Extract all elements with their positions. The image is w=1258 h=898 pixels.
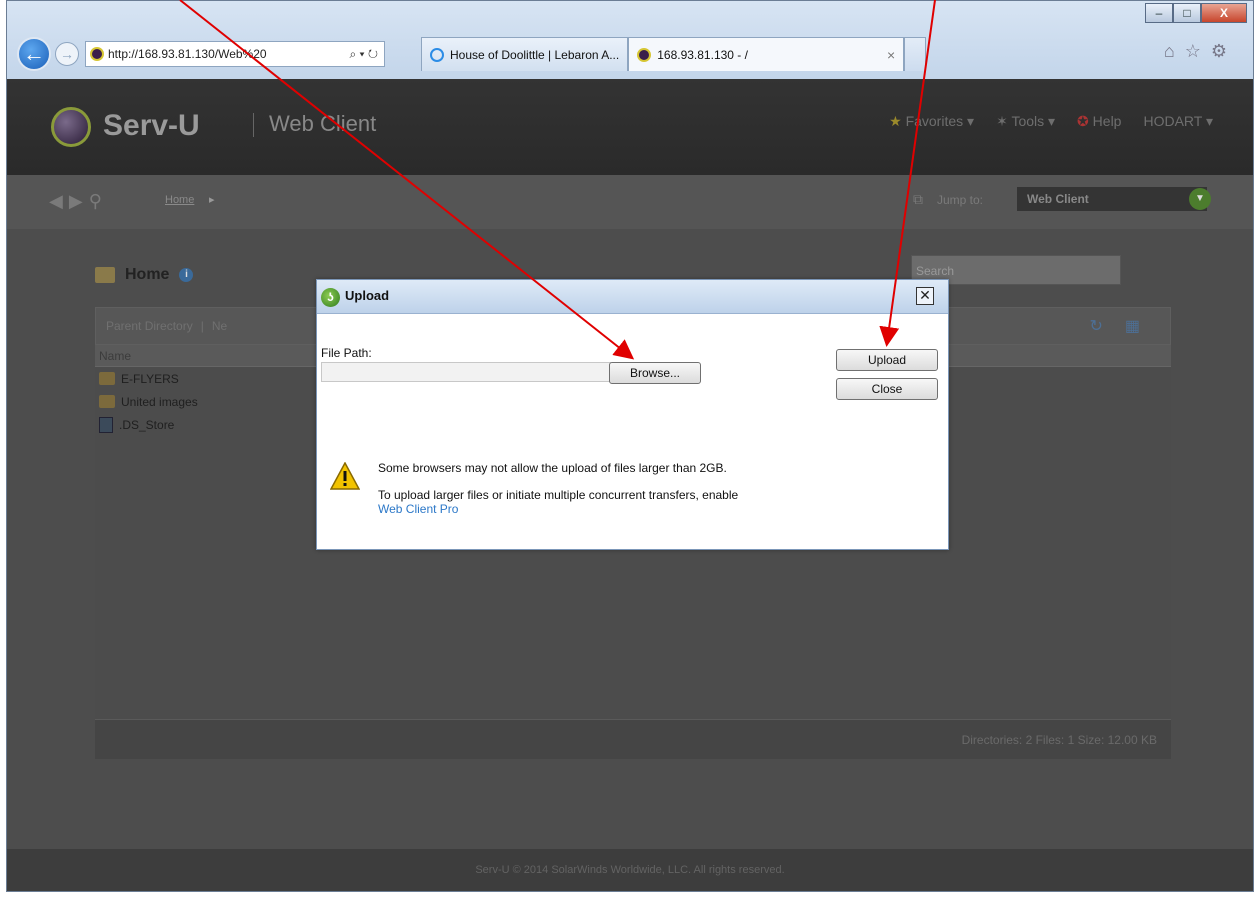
document-icon [99,416,113,433]
warning-text-pro: To upload larger files or initiate multi… [378,488,739,502]
back-button[interactable]: ← [17,37,51,71]
file-path-label: File Path: [321,346,372,360]
warning-text-size-limit: Some browsers may not allow the upload o… [378,461,727,475]
info-icon[interactable]: i [179,268,194,282]
file-name: United images [121,394,198,409]
file-path-input[interactable] [321,362,611,382]
wand-icon: ✶ [996,113,1012,129]
brand-name: Serv-U [103,109,200,142]
toolbar-divider: | [200,319,204,333]
settings-gear-icon[interactable]: ⚙ [1211,41,1227,62]
warning-icon [330,462,360,490]
folder-icon [99,395,115,408]
new-tab-button[interactable] [904,37,927,71]
jump-to-select[interactable]: Web Client ▼ [1017,187,1211,211]
dialog-close-icon[interactable]: ✕ [916,287,934,305]
tab-label: House of Doolittle | Lebaron A... [450,47,620,62]
top-menu: ★ Favorites ▾ ✶ Tools ▾ ✪ Help HODART ▾ [889,113,1213,130]
folder-title: Home [125,266,170,283]
folder-icon [95,267,115,283]
upload-button[interactable]: Upload [836,349,938,371]
help-lifebuoy-icon: ✪ [1077,113,1093,129]
favorites-star-icon[interactable]: ☆ [1185,41,1201,62]
menu-favorites[interactable]: ★ Favorites ▾ [889,113,974,130]
open-external-icon[interactable]: ⧉ [913,191,923,208]
tab-serv-u[interactable]: 168.93.81.130 - / × [628,37,905,71]
parent-directory-button[interactable]: Parent Directory [106,319,193,333]
menu-user[interactable]: HODART ▾ [1143,113,1213,130]
site-favicon-icon [90,47,104,61]
close-button[interactable]: Close [836,378,938,400]
navigation-bar: ◀ ▶ ⚲ Home ▸ ⧉ Jump to: Web Client ▼ [7,175,1253,229]
address-tools-icon[interactable]: ⌕ ▾ ↻ [343,47,384,62]
nav-back-icon[interactable]: ◀ [49,191,63,212]
star-icon: ★ [889,113,906,129]
forward-button[interactable]: → [55,42,79,66]
jump-to-value: Web Client [1027,192,1089,206]
jump-go-icon[interactable]: ▼ [1189,188,1211,210]
brand-divider [253,113,254,137]
footer-copyright: Serv-U © 2014 SolarWinds Worldwide, LLC.… [7,849,1253,891]
nav-forward-icon[interactable]: ▶ [69,191,83,212]
status-bar: Directories: 2 Files: 1 Size: 12.00 KB [95,719,1171,759]
nav-arrows: ◀ ▶ ⚲ [49,191,102,212]
window-close-button[interactable]: X [1201,3,1247,23]
browse-button[interactable]: Browse... [609,362,701,384]
home-icon[interactable]: ⌂ [1164,41,1175,62]
web-client-pro-link[interactable]: Web Client Pro [378,502,458,516]
menu-tools[interactable]: ✶ Tools ▾ [996,113,1055,130]
new-folder-button[interactable]: Ne [212,319,227,333]
address-url[interactable]: http://168.93.81.130/Web%20 [108,47,343,61]
dialog-titlebar: ʖ Upload ✕ [317,280,948,314]
grid-view-icon[interactable]: ▦ [1125,316,1140,336]
menu-help[interactable]: ✪ Help [1077,113,1121,130]
breadcrumb-arrow-icon: ▸ [209,194,215,206]
tab-house-of-doolittle[interactable]: House of Doolittle | Lebaron A... [421,37,629,71]
toolbar-right-icons: ↻ ▦ [1089,316,1140,336]
serv-u-dialog-icon: ʖ [321,288,340,307]
tab-close-icon[interactable]: × [887,47,895,63]
breadcrumb-home[interactable]: Home [165,194,194,206]
browser-toolbar-icons: ⌂ ☆ ⚙ [1164,41,1227,62]
folder-icon [99,372,115,385]
address-bar-row: ← → http://168.93.81.130/Web%20 ⌕ ▾ ↻ [17,37,385,71]
dialog-title: Upload [345,288,390,303]
browser-chrome: – □ X ← → http://168.93.81.130/Web%20 ⌕ … [7,1,1253,79]
history-search-icon[interactable]: ⚲ [89,191,102,212]
folder-header: Home i [95,255,194,295]
jump-to-label: Jump to: [936,193,983,207]
serv-u-favicon-icon [637,47,652,62]
window-controls: – □ X [1145,3,1247,23]
ie-icon [430,47,444,62]
tab-strip: House of Doolittle | Lebaron A... 168.93… [421,35,927,73]
serv-u-logo-icon [51,107,91,147]
address-bar[interactable]: http://168.93.81.130/Web%20 ⌕ ▾ ↻ [85,41,385,67]
tab-label: 168.93.81.130 - / [657,47,748,62]
refresh-icon[interactable]: ↻ [1089,316,1102,336]
app-header: Serv-U Web Client ★ Favorites ▾ ✶ Tools … [7,79,1253,175]
upload-dialog: ʖ Upload ✕ File Path: Browse... Upload C… [316,279,949,550]
maximize-button[interactable]: □ [1173,3,1201,23]
minimize-button[interactable]: – [1145,3,1173,23]
file-name: .DS_Store [119,417,175,432]
brand-subtitle: Web Client [269,111,377,136]
file-name: E-FLYERS [121,371,179,386]
